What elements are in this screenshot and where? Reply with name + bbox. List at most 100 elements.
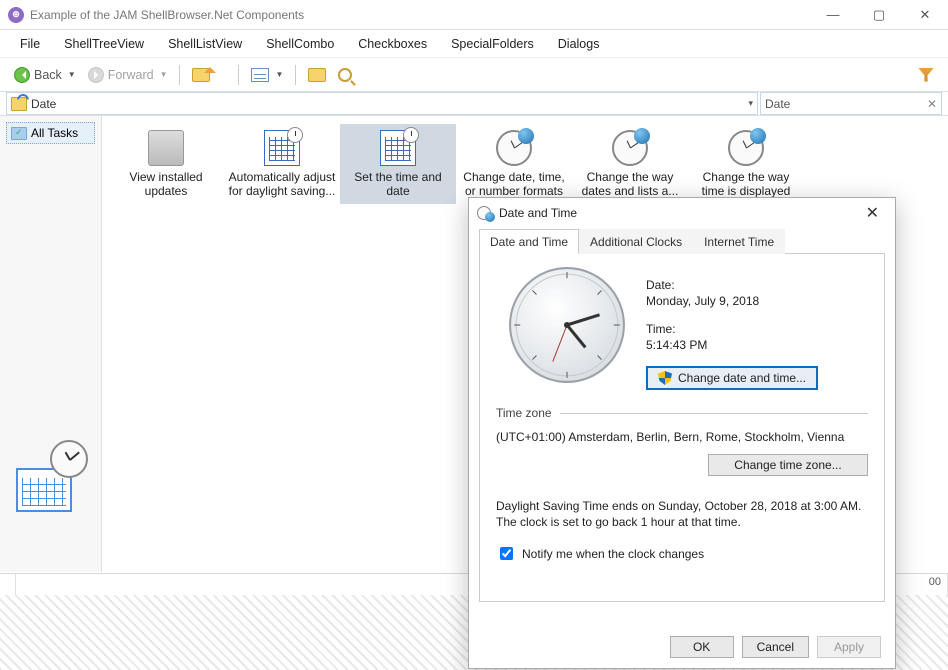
apply-button[interactable]: Apply <box>817 636 881 658</box>
window-title: Example of the JAM ShellBrowser.Net Comp… <box>30 8 304 22</box>
timezone-value: (UTC+01:00) Amsterdam, Berlin, Bern, Rom… <box>496 430 868 444</box>
sidebar-preview <box>6 440 98 550</box>
list-item[interactable]: Change the way dates and lists a... <box>572 124 688 204</box>
updates-icon <box>148 130 184 166</box>
menu-checkboxes[interactable]: Checkboxes <box>348 33 437 55</box>
section-divider <box>560 413 868 414</box>
open-folder-button[interactable] <box>302 66 332 84</box>
folder-search-icon <box>11 97 27 111</box>
list-item-label: Set the time and date <box>344 170 452 198</box>
calendar-icon <box>264 130 300 166</box>
back-button[interactable]: Back ▼ <box>8 65 82 85</box>
tab-additional-clocks[interactable]: Additional Clocks <box>579 229 693 254</box>
status-right: 00 <box>923 574 948 595</box>
list-item[interactable]: Automatically adjust for daylight saving… <box>224 124 340 204</box>
time-label: Time: <box>646 322 818 336</box>
toolbar: Back ▼ Forward ▼ ▼ <box>0 58 948 92</box>
clock-icon <box>612 130 648 166</box>
up-arrow-icon <box>204 61 216 73</box>
clear-search-icon[interactable]: ✕ <box>927 97 937 111</box>
magnifier-icon <box>338 68 352 82</box>
search-input[interactable]: Date ✕ <box>760 92 942 115</box>
shield-icon <box>658 371 672 385</box>
notify-checkbox-row[interactable]: Notify me when the clock changes <box>496 544 704 563</box>
clock-icon <box>728 130 764 166</box>
separator <box>238 65 239 85</box>
separator <box>295 65 296 85</box>
list-item[interactable]: View installed updates <box>108 124 224 204</box>
ok-button[interactable]: OK <box>670 636 734 658</box>
clock-icon <box>50 440 88 478</box>
window-titlebar: ⊕ Example of the JAM ShellBrowser.Net Co… <box>0 0 948 30</box>
change-timezone-button[interactable]: Change time zone... <box>708 454 868 476</box>
chevron-down-icon: ▼ <box>275 70 283 79</box>
notify-label: Notify me when the clock changes <box>522 547 704 561</box>
app-logo-icon: ⊕ <box>8 7 24 23</box>
list-item-selected[interactable]: Set the time and date <box>340 124 456 204</box>
maximize-button[interactable]: ▢ <box>856 0 902 30</box>
search-value: Date <box>765 97 790 111</box>
time-value: 5:14:43 PM <box>646 338 818 352</box>
list-item[interactable]: Change the way time is displayed <box>688 124 804 204</box>
apply-label: Apply <box>834 640 864 654</box>
change-date-time-button[interactable]: Change date and time... <box>646 366 818 390</box>
views-button[interactable]: ▼ <box>245 66 289 84</box>
forward-button[interactable]: Forward ▼ <box>82 65 174 85</box>
list-item-label: Change the way time is displayed <box>692 170 800 198</box>
ok-label: OK <box>693 640 710 654</box>
clock-icon <box>496 130 532 166</box>
menu-shellcombo[interactable]: ShellCombo <box>256 33 344 55</box>
chevron-down-icon: ▼ <box>68 70 76 79</box>
notify-checkbox[interactable] <box>500 547 513 560</box>
tab-date-and-time[interactable]: Date and Time <box>479 229 579 254</box>
back-label: Back <box>34 68 62 82</box>
tasks-icon <box>11 127 27 140</box>
globe-badge-icon <box>634 128 650 144</box>
dst-info: Daylight Saving Time ends on Sunday, Oct… <box>496 498 868 530</box>
list-item-label: View installed updates <box>112 170 220 198</box>
separator <box>179 65 180 85</box>
list-item-label: Automatically adjust for daylight saving… <box>228 170 336 198</box>
menu-dialogs[interactable]: Dialogs <box>548 33 610 55</box>
clock-badge-icon <box>287 127 303 143</box>
list-item-label: Change the way dates and lists a... <box>576 170 684 198</box>
address-combo[interactable]: Date ▾ <box>6 92 758 115</box>
list-item[interactable]: Change date, time, or number formats <box>456 124 572 204</box>
globe-badge-icon <box>518 128 534 144</box>
menu-file[interactable]: File <box>10 33 50 55</box>
calendar-icon <box>380 130 416 166</box>
list-item-label: Change date, time, or number formats <box>460 170 568 198</box>
globe-badge-icon <box>750 128 766 144</box>
up-folder-button[interactable] <box>186 65 232 85</box>
address-row: Date ▾ Date ✕ <box>0 92 948 116</box>
sidebar: All Tasks <box>0 116 102 572</box>
filter-button[interactable] <box>912 66 940 84</box>
forward-label: Forward <box>108 68 154 82</box>
timezone-section-label: Time zone <box>496 406 552 420</box>
clock-badge-icon <box>403 127 419 143</box>
search-tool-button[interactable] <box>332 66 358 84</box>
menu-specialfolders[interactable]: SpecialFolders <box>441 33 544 55</box>
cancel-button[interactable]: Cancel <box>742 636 809 658</box>
date-time-icon <box>477 205 493 221</box>
dialog-tabs: Date and Time Additional Clocks Internet… <box>479 228 885 254</box>
menubar: File ShellTreeView ShellListView ShellCo… <box>0 30 948 58</box>
date-time-dialog: Date and Time ✕ Date and Time Additional… <box>468 197 896 669</box>
chevron-down-icon: ▼ <box>160 70 168 79</box>
change-timezone-label: Change time zone... <box>734 458 841 472</box>
back-icon <box>14 67 30 83</box>
menu-shelllistview[interactable]: ShellListView <box>158 33 252 55</box>
views-icon <box>251 68 269 82</box>
close-button[interactable]: ✕ <box>902 0 948 30</box>
minimize-button[interactable]: — <box>810 0 856 30</box>
status-cell <box>0 574 16 595</box>
folder-open-icon <box>308 68 326 82</box>
forward-icon <box>88 67 104 83</box>
menu-shelltreeview[interactable]: ShellTreeView <box>54 33 154 55</box>
sidebar-item-label: All Tasks <box>31 126 78 140</box>
tab-internet-time[interactable]: Internet Time <box>693 229 785 254</box>
sidebar-item-all-tasks[interactable]: All Tasks <box>6 122 95 144</box>
dialog-close-button[interactable]: ✕ <box>858 201 887 225</box>
analog-clock-icon <box>506 264 628 386</box>
tab-panel-date-and-time: Date: Monday, July 9, 2018 Time: 5:14:43… <box>479 254 885 602</box>
